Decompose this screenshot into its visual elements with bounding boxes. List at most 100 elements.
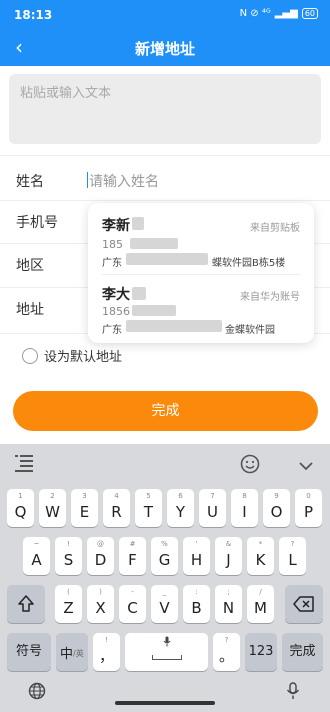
key[interactable]: @ D [87,537,114,575]
key-label: J [226,551,231,569]
key-secondary: 8 [242,492,247,500]
period-key[interactable]: ? 。 [213,633,240,671]
key[interactable]: & J [215,537,242,575]
shift-icon [18,595,34,612]
battery-icon: 60 [301,8,318,19]
language-key[interactable]: 中 /英 [56,633,88,671]
key[interactable]: 1Q [7,489,34,527]
key[interactable]: ! S [55,537,82,575]
key[interactable]: 8I [231,489,258,527]
space-bar-indicator [152,655,182,660]
key-secondary: 2 [50,492,55,500]
status-time: 18:13 [14,8,53,22]
key-secondary: ! [105,636,108,644]
key[interactable]: # F [119,537,146,575]
redacted-blur [126,320,222,332]
suggestion-name: 李大 [102,287,130,303]
text-caret [87,172,88,188]
key-label: D [94,551,107,569]
key[interactable]: 4R [103,489,130,527]
suggestion-source: 来自华为账号 [240,292,300,303]
key-secondary: ' [195,540,198,548]
key[interactable]: -C [119,585,146,623]
key[interactable]: 5T [135,489,162,527]
key-label: U [207,503,218,521]
space-key[interactable] [125,633,208,671]
default-address-radio[interactable] [22,348,38,364]
key-secondary: ) [99,588,102,596]
number-key[interactable]: 123 [245,633,277,671]
keyboard-done-key[interactable]: 完成 [282,633,323,671]
suggestion-phone: 1856 [102,305,130,318]
key[interactable]: 0P [295,489,322,527]
key-label: 完成 [289,644,316,659]
emoji-icon[interactable] [240,454,260,478]
divider [0,200,330,201]
key-label: G [158,551,171,569]
globe-icon[interactable] [28,682,46,704]
key[interactable]: ~ A [23,537,50,575]
key-label: S [63,551,74,569]
symbols-key[interactable]: 符号 [7,633,51,671]
status-icon-group: N ⊘ ⁴ᴳ [239,8,271,19]
key[interactable]: ) X [87,585,114,623]
key-label: B [191,599,202,617]
key-label: I [242,503,247,521]
microphone-icon[interactable] [286,682,300,704]
keyboard-toolbar [0,444,330,484]
key-secondary: ( [67,588,70,596]
status-bar: 18:13 N ⊘ ⁴ᴳ ▂▄▆ 60 [0,0,330,30]
key[interactable]: 2W [39,489,66,527]
key-label: 123 [248,644,274,659]
contact-suggestion-popup: 李新 来自剪贴板 185 广东 蝶软件园B栋5楼 李大 来自华为账号 1856 … [88,203,314,343]
key-secondary: 7 [210,492,215,500]
key[interactable]: % G [151,537,178,575]
home-indicator [115,701,215,705]
key-label: C [127,599,138,617]
status-icons: N ⊘ ⁴ᴳ ▂▄▆ 60 [240,8,318,19]
address-label: 地址 [16,302,44,318]
key-label: H [190,551,203,569]
key-secondary: 0 [306,492,311,500]
key[interactable]: _ V [151,585,178,623]
region-label: 地区 [16,258,44,274]
keyboard-bottom-bar [0,677,330,712]
paste-textarea[interactable]: 粘贴或输入文本 [9,74,321,144]
suggestion-address-suffix: 蝶软件园B栋5楼 [212,258,286,269]
suggestion-address-prefix: 广东 [102,325,122,336]
key[interactable]: ? L [279,537,306,575]
key-secondary: ? [290,540,295,548]
key-secondary: 3 [82,492,87,500]
key-secondary: /英 [73,649,84,658]
comma-key[interactable]: ! ， [93,633,120,671]
chevron-down-icon[interactable] [298,457,314,476]
key[interactable]: / M [247,585,274,623]
microphone-icon [163,636,171,647]
key[interactable]: 6Y [167,489,194,527]
redacted-blur [130,238,178,249]
key[interactable]: 9O [263,489,290,527]
key[interactable]: ' H [183,537,210,575]
key-secondary: 6 [178,492,183,500]
redacted-blur [126,253,208,265]
key-label: X [95,599,106,617]
shift-key[interactable] [7,585,45,623]
keyboard-menu-icon[interactable] [14,454,34,476]
key-label: A [31,551,42,569]
submit-button[interactable]: 完成 [13,391,318,431]
key-secondary: @ [97,540,104,548]
key[interactable]: :B [183,585,210,623]
key-secondary: ? [224,636,229,644]
key-secondary: # [129,540,136,548]
key[interactable]: 3E [71,489,98,527]
key[interactable]: (Z [55,585,82,623]
key-secondary: 1 [18,492,23,500]
key-label: Z [63,599,74,617]
key[interactable]: 7U [199,489,226,527]
key[interactable]: * K [247,537,274,575]
delete-key[interactable] [285,585,323,623]
suggestion-address-prefix: 广东 [102,258,122,269]
key-label: N [222,599,235,617]
name-input[interactable]: 请输入姓名 [89,171,159,191]
key[interactable]: ; N [215,585,242,623]
